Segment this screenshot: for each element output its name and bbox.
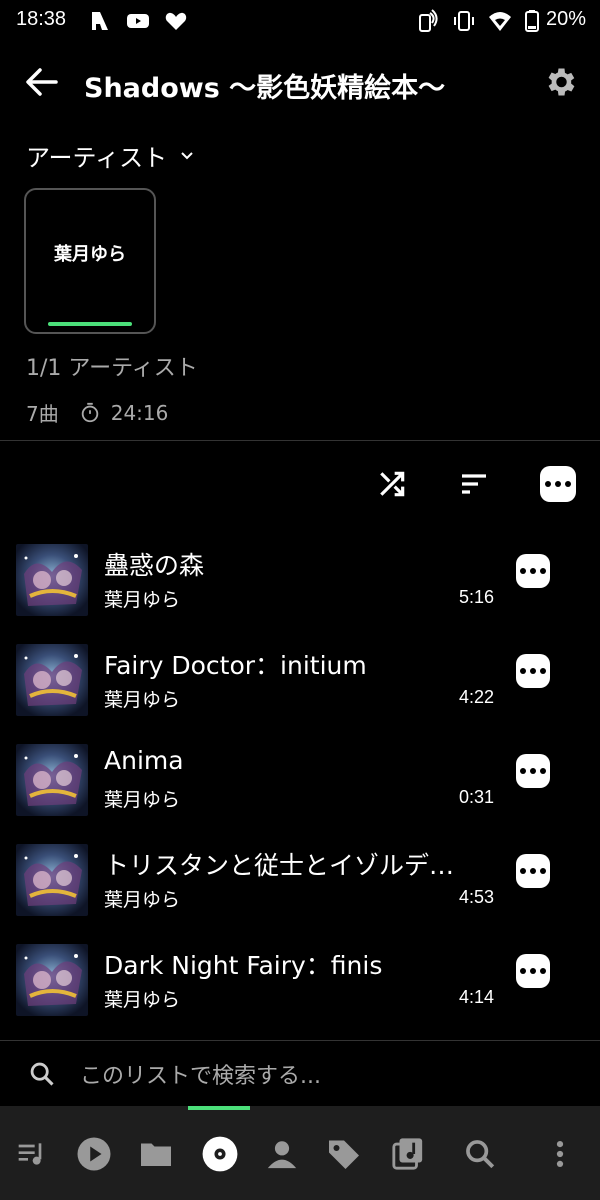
track-title: Fairy Doctor：initium	[104, 651, 367, 680]
album-art	[16, 844, 88, 916]
album-art	[16, 644, 88, 716]
sort-button[interactable]	[452, 462, 496, 506]
track-title: Dark Night Fairy：finis	[104, 951, 383, 980]
artist-section-toggle[interactable]: アーティスト	[26, 138, 195, 173]
track-artist: 葉月ゆら	[104, 989, 181, 1011]
track-stats: 7曲 24:16	[26, 398, 168, 427]
artist-count: 1/1 アーティスト	[26, 356, 198, 381]
timer-icon	[81, 402, 98, 422]
search-bar	[0, 1046, 600, 1106]
artist-icon	[267, 1141, 297, 1169]
track-title: Anima	[104, 746, 184, 775]
track-row[interactable]: トリスタンと従士とイゾルデ… 葉月ゆら 4:53	[0, 830, 600, 920]
toolbar-more-button[interactable]	[536, 462, 580, 506]
youtube-icon	[127, 14, 149, 28]
track-duration: 4:22	[458, 687, 494, 707]
nav-albums[interactable]	[200, 1134, 240, 1174]
track-row[interactable]: Fairy Doctor：initium 葉月ゆら 4:22	[0, 630, 600, 720]
nav-genres[interactable]	[324, 1134, 364, 1174]
menu-icon	[556, 1140, 564, 1168]
more-icon	[540, 466, 576, 502]
track-artist: 葉月ゆら	[104, 789, 181, 811]
album-icon	[202, 1136, 238, 1172]
bottom-navigation	[0, 1106, 600, 1200]
chevron-down-icon	[181, 151, 193, 159]
status-time: 18:38	[16, 8, 67, 30]
track-title: 蠱惑の森	[104, 551, 205, 580]
track-artist: 葉月ゆら	[104, 889, 181, 911]
track-more-button[interactable]	[516, 754, 550, 788]
back-arrow-icon[interactable]	[22, 62, 62, 102]
artist-section-label: アーティスト	[26, 144, 168, 172]
nav-menu[interactable]	[540, 1134, 580, 1174]
playlist-icon	[392, 1138, 423, 1170]
nav-playlists[interactable]	[388, 1134, 428, 1174]
track-more-button[interactable]	[516, 954, 550, 988]
play-icon	[77, 1137, 111, 1171]
track-artist: 葉月ゆら	[104, 689, 181, 711]
search-icon	[30, 1062, 54, 1086]
track-title: トリスタンと従士とイゾルデ…	[104, 851, 455, 880]
header: Shadows ～影色妖精絵本～	[0, 52, 600, 112]
track-duration: 5:16	[458, 587, 494, 607]
nav-queue[interactable]	[12, 1134, 52, 1174]
track-artist: 葉月ゆら	[104, 589, 181, 611]
status-bar: 18:38 20%	[0, 0, 600, 44]
divider	[0, 1040, 600, 1041]
nav-now-playing[interactable]	[74, 1134, 114, 1174]
shuffle-button[interactable]	[370, 462, 414, 506]
track-duration: 4:53	[458, 887, 494, 907]
album-art	[16, 944, 88, 1016]
artist-card-name: 葉月ゆら	[54, 244, 126, 265]
nav-search[interactable]	[460, 1134, 500, 1174]
sort-icon	[462, 474, 486, 494]
vibrate-icon	[454, 11, 474, 31]
battery-icon	[525, 10, 539, 32]
track-more-button[interactable]	[516, 854, 550, 888]
track-more-button[interactable]	[516, 554, 550, 588]
nav-artists[interactable]	[262, 1134, 302, 1174]
wifi-icon	[489, 12, 511, 31]
album-art	[16, 744, 88, 816]
track-more-button[interactable]	[516, 654, 550, 688]
tag-icon	[329, 1140, 359, 1169]
artist-card[interactable]: 葉月ゆら	[24, 188, 156, 334]
track-duration: 0:31	[458, 787, 494, 807]
search-icon	[466, 1140, 495, 1169]
track-count: 7曲	[26, 402, 59, 426]
battery-percentage: 20%	[545, 8, 586, 30]
app-icon	[92, 12, 108, 30]
divider	[0, 440, 600, 441]
gear-icon[interactable]	[542, 64, 578, 100]
nfc-icon	[419, 9, 438, 32]
artist-card-selected-indicator	[48, 322, 132, 326]
album-art	[16, 544, 88, 616]
page-title: Shadows ～影色妖精絵本～	[84, 73, 446, 104]
queue-icon	[18, 1143, 42, 1165]
heart-icon	[165, 12, 187, 30]
track-duration: 4:14	[458, 987, 494, 1007]
shuffle-icon	[380, 471, 405, 497]
search-input[interactable]	[80, 1056, 560, 1096]
active-tab-indicator	[188, 1106, 250, 1110]
folder-icon	[141, 1143, 171, 1166]
total-duration: 24:16	[110, 400, 169, 425]
track-row[interactable]: Anima 葉月ゆら 0:31	[0, 730, 600, 820]
nav-folders[interactable]	[136, 1134, 176, 1174]
track-row[interactable]: 蠱惑の森葉月ゆら 5:16	[0, 530, 600, 620]
track-row[interactable]: Dark Night Fairy：finis 葉月ゆら 4:14	[0, 930, 600, 1020]
